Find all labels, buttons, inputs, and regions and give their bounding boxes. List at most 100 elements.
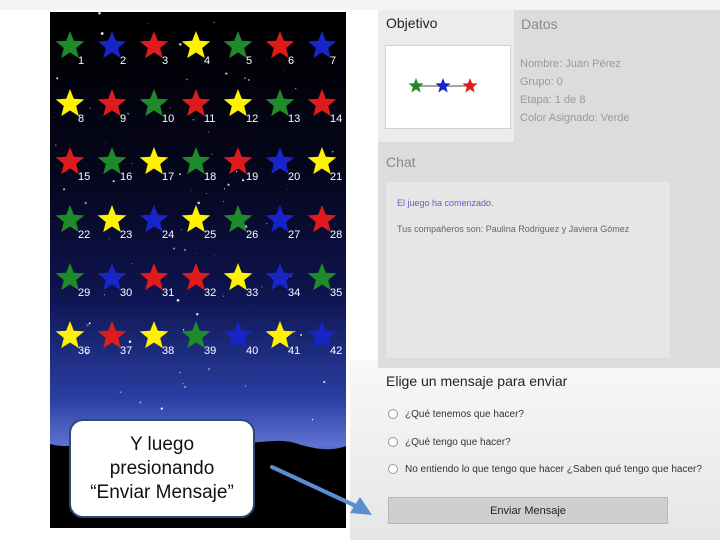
game-star-8[interactable]: 8: [55, 89, 85, 125]
sky-dot: [128, 340, 132, 343]
game-star-35[interactable]: 35: [307, 263, 343, 299]
game-star-15[interactable]: 15: [55, 147, 91, 183]
game-star-40[interactable]: 40: [223, 321, 259, 357]
star-number: 25: [204, 229, 216, 241]
star-number: 38: [162, 345, 174, 357]
datos-color: Color Asignado: Verde: [520, 112, 630, 124]
game-star-1[interactable]: 1: [55, 31, 85, 67]
game-star-34[interactable]: 34: [265, 263, 301, 299]
game-star-28[interactable]: 28: [307, 205, 343, 241]
sky-dot: [147, 23, 149, 25]
game-star-39[interactable]: 39: [181, 321, 217, 357]
star-number: 2: [120, 55, 126, 67]
sky-dot: [211, 153, 213, 155]
game-star-13[interactable]: 13: [265, 89, 301, 125]
radio-button[interactable]: [388, 437, 398, 447]
game-star-21[interactable]: 21: [307, 147, 343, 183]
game-star-7[interactable]: 7: [307, 31, 337, 67]
game-star-12[interactable]: 12: [223, 89, 259, 125]
sky-dot: [183, 248, 187, 252]
star-number: 28: [330, 229, 342, 241]
sky-dot: [208, 131, 210, 133]
sky-dot: [311, 418, 314, 421]
game-star-5[interactable]: 5: [223, 31, 253, 67]
sky-dot: [323, 380, 326, 384]
sky-dot: [176, 298, 180, 302]
star-number: 31: [162, 287, 174, 299]
game-star-36[interactable]: 36: [55, 321, 91, 357]
pointer-arrow-icon: [270, 465, 372, 515]
chat-log: [386, 182, 670, 358]
game-star-23[interactable]: 23: [97, 205, 133, 241]
message-option-3[interactable]: No entiendo lo que tengo que hacer ¿Sabe…: [388, 461, 702, 477]
sky-dot: [186, 78, 188, 81]
game-star-16[interactable]: 16: [97, 147, 133, 183]
star-number: 18: [204, 171, 216, 183]
game-star-14[interactable]: 14: [307, 89, 343, 125]
radio-button[interactable]: [388, 409, 398, 419]
game-star-32[interactable]: 32: [181, 263, 217, 299]
sky-dot: [243, 77, 247, 80]
star-number: 15: [78, 171, 90, 183]
target-star-icon: [462, 78, 478, 93]
star-number: 23: [120, 229, 132, 241]
sky-dot: [179, 173, 181, 176]
sky-dot: [63, 188, 66, 191]
star-number: 32: [204, 287, 216, 299]
game-star-30[interactable]: 30: [97, 263, 133, 299]
game-star-25[interactable]: 25: [181, 205, 217, 241]
sky-dot: [287, 188, 288, 190]
game-star-29[interactable]: 29: [55, 263, 91, 299]
game-star-24[interactable]: 24: [139, 205, 175, 241]
target-star-icon: [435, 78, 451, 93]
game-star-19[interactable]: 19: [223, 147, 259, 183]
star-number: 21: [330, 171, 342, 183]
star-number: 34: [288, 287, 300, 299]
star-number: 22: [78, 229, 90, 241]
sky-dot: [197, 201, 200, 205]
game-star-27[interactable]: 27: [265, 205, 301, 241]
star-number: 19: [246, 171, 258, 183]
game-star-31[interactable]: 31: [139, 263, 175, 299]
game-star-2[interactable]: 2: [97, 31, 127, 67]
sky-dot: [227, 183, 230, 186]
sky-dot: [169, 107, 171, 109]
sky-dot: [283, 70, 285, 72]
sky-dot: [50, 220, 51, 223]
game-star-22[interactable]: 22: [55, 205, 91, 241]
option-label: No entiendo lo que tengo que hacer ¿Sabe…: [405, 463, 702, 475]
sky-dot: [112, 180, 115, 183]
game-star-3[interactable]: 3: [139, 31, 169, 67]
callout-line-1: Y luego: [129, 433, 195, 455]
game-star-33[interactable]: 33: [223, 263, 259, 299]
game-star-20[interactable]: 20: [265, 147, 301, 183]
sky-dot: [213, 21, 215, 24]
sky-dot: [266, 223, 268, 225]
sky-dot: [194, 252, 196, 254]
game-star-42[interactable]: 42: [307, 321, 343, 357]
game-star-4[interactable]: 4: [181, 31, 211, 67]
message-option-2[interactable]: ¿Qué tengo que hacer?: [388, 434, 511, 450]
game-star-9[interactable]: 9: [97, 89, 127, 125]
message-option-1[interactable]: ¿Qué tenemos que hacer?: [388, 406, 524, 422]
game-star-41[interactable]: 41: [265, 321, 301, 357]
star-number: 3: [162, 55, 168, 67]
game-star-6[interactable]: 6: [265, 31, 295, 67]
star-number: 41: [288, 345, 300, 357]
game-star-38[interactable]: 38: [139, 321, 175, 357]
star-number: 7: [330, 55, 336, 67]
sky-dot: [179, 371, 181, 374]
game-star-18[interactable]: 18: [181, 147, 217, 183]
star-number: 12: [246, 113, 258, 125]
target-star-icon: [408, 78, 424, 93]
send-message-button[interactable]: Enviar Mensaje: [388, 497, 668, 524]
game-star-26[interactable]: 26: [223, 205, 259, 241]
game-star-17[interactable]: 17: [139, 147, 175, 183]
sky-dot: [99, 27, 101, 29]
sky-dot: [127, 112, 130, 115]
game-star-37[interactable]: 37: [97, 321, 133, 357]
game-star-10[interactable]: 10: [139, 89, 175, 125]
radio-button[interactable]: [388, 464, 398, 474]
sky-dot: [196, 313, 199, 316]
game-star-11[interactable]: 11: [181, 89, 216, 125]
